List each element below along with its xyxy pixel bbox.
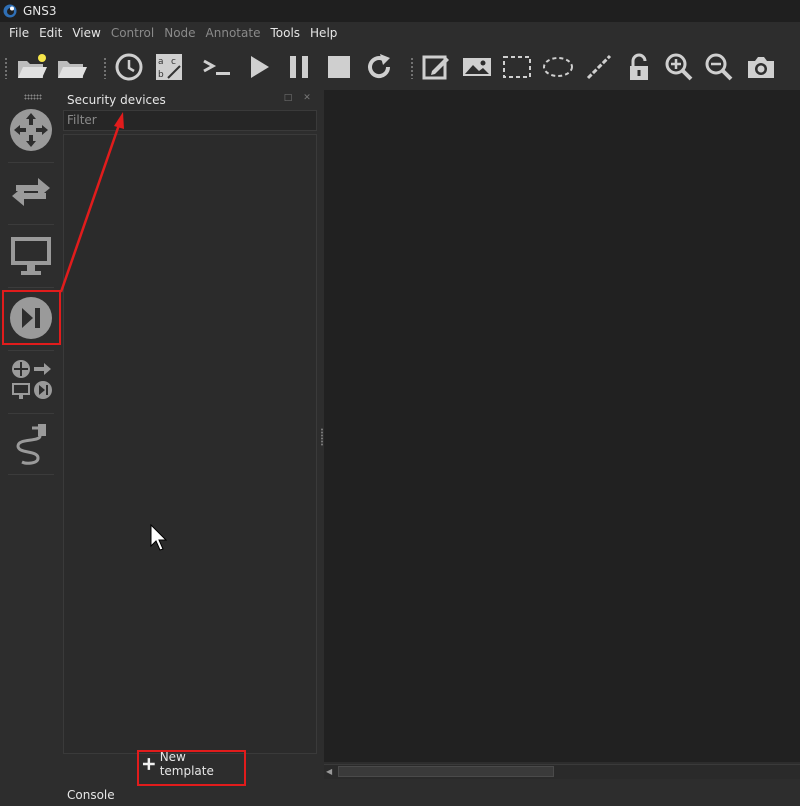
mouse-cursor-icon [150, 524, 168, 551]
annotation-arrow-icon [59, 112, 124, 293]
